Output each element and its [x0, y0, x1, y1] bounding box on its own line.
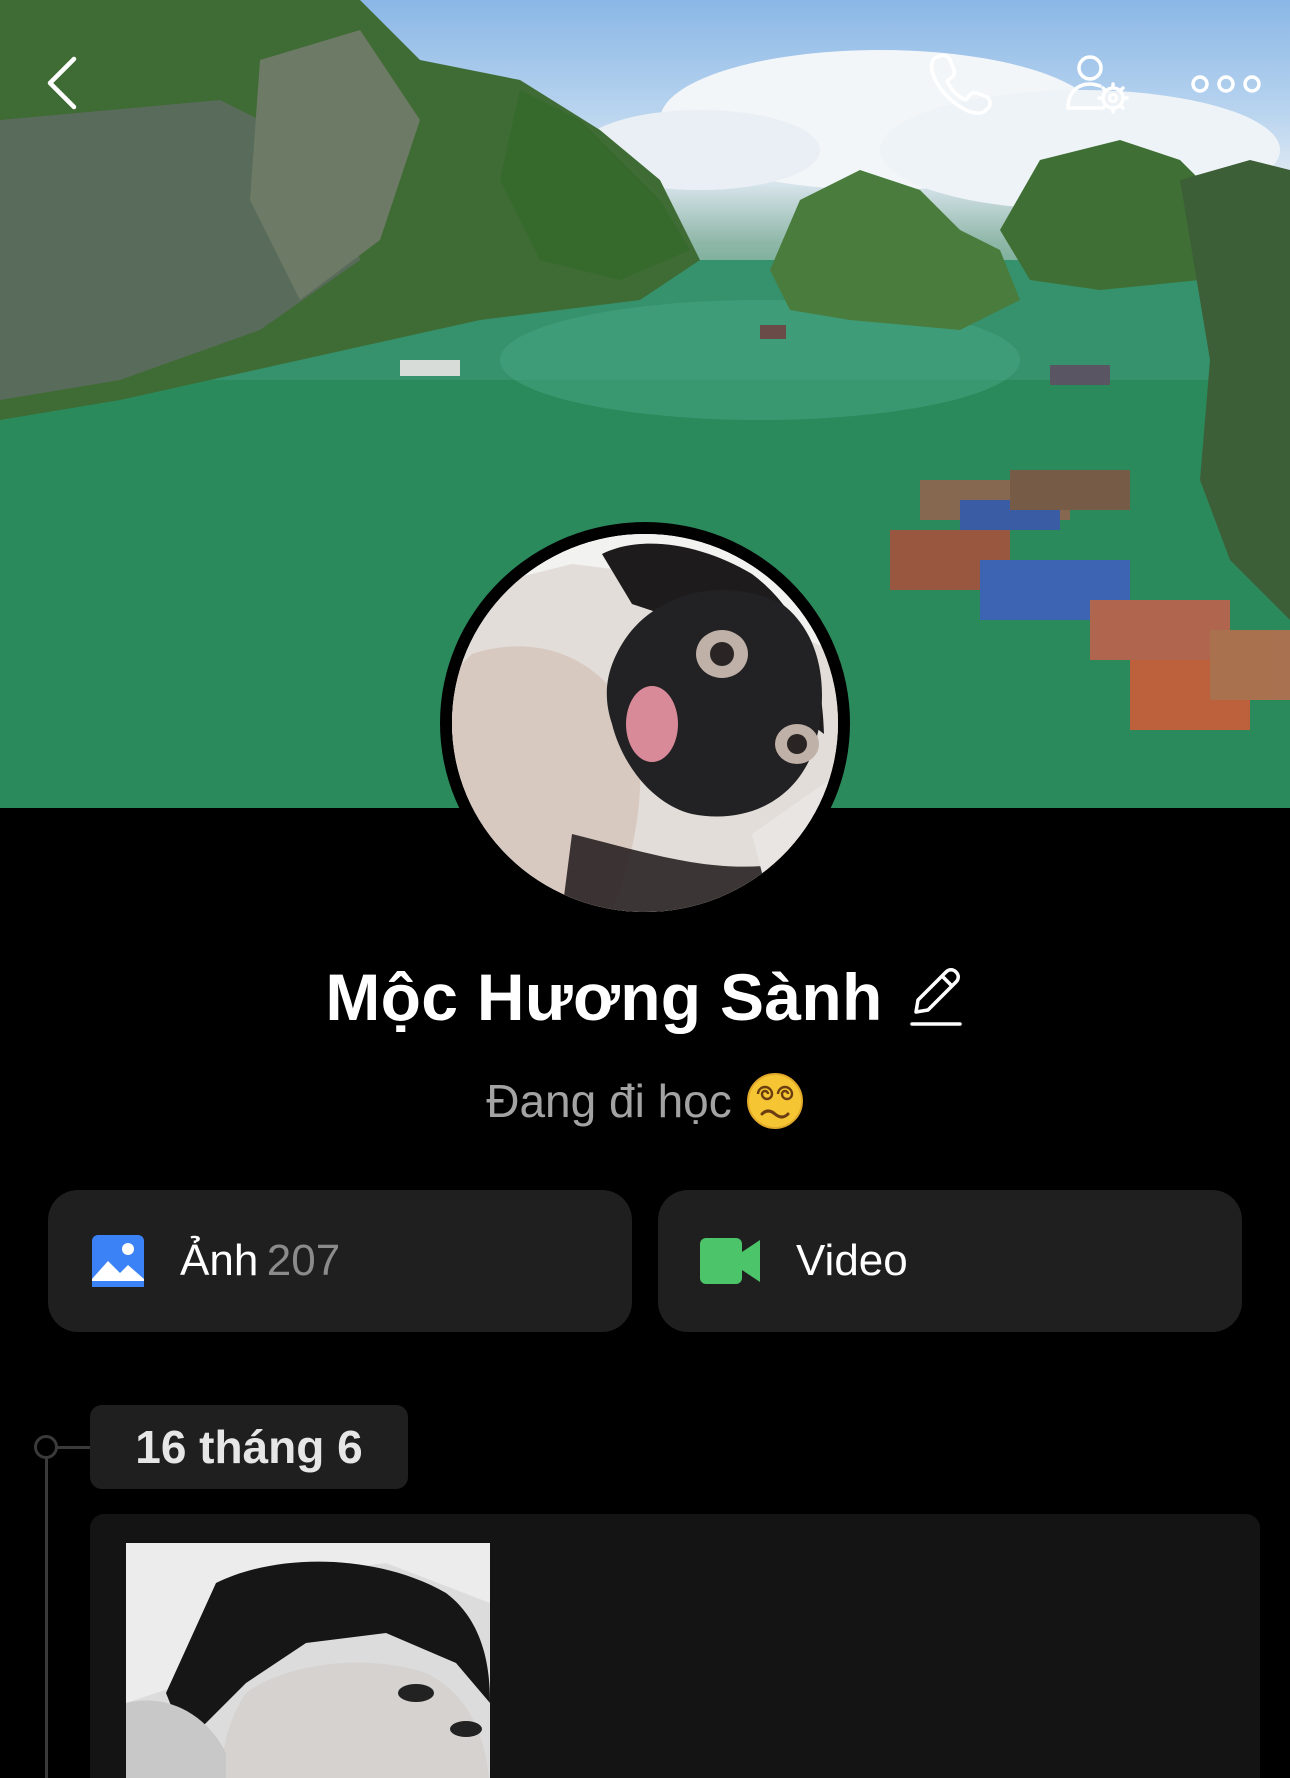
- profile-settings-button[interactable]: [1056, 42, 1138, 124]
- photo-icon: [92, 1235, 144, 1287]
- post-photo-image: [126, 1543, 490, 1778]
- user-settings-icon: [1066, 55, 1129, 114]
- photos-count: 207: [266, 1236, 341, 1285]
- video-camera-icon: [700, 1238, 760, 1284]
- chevron-left-icon: [47, 56, 77, 110]
- profile-status: Đang đi học: [486, 1075, 732, 1127]
- more-options-button[interactable]: [1186, 54, 1266, 114]
- profile-name-row: Mộc Hương Sành: [0, 952, 1290, 1042]
- videos-label: Video: [796, 1236, 908, 1285]
- phone-icon: [929, 53, 992, 115]
- timeline-date: 16 tháng 6: [90, 1405, 408, 1489]
- call-button[interactable]: [918, 42, 1000, 124]
- timeline-connector: [57, 1446, 91, 1449]
- avatar[interactable]: [440, 522, 850, 924]
- edit-name-button[interactable]: [907, 965, 965, 1029]
- top-bar: [0, 0, 1290, 170]
- profile-status-row: Đang đi học: [0, 1066, 1290, 1136]
- photos-button[interactable]: Ảnh 207: [48, 1190, 632, 1332]
- videos-button[interactable]: Video: [658, 1190, 1242, 1332]
- profile-page: Mộc Hương Sành Đang đi học Ảnh 207 Video…: [0, 0, 1290, 1778]
- more-horizontal-icon: [1191, 75, 1261, 93]
- timeline-line: [45, 1456, 48, 1778]
- photos-label: Ảnh: [180, 1236, 259, 1285]
- profile-name: Mộc Hương Sành: [325, 960, 883, 1034]
- post-photo[interactable]: [126, 1543, 490, 1778]
- pencil-icon: [909, 968, 962, 1026]
- dizzy-face-emoji-icon: [746, 1073, 803, 1129]
- back-button[interactable]: [30, 40, 94, 126]
- avatar-image: [452, 534, 838, 912]
